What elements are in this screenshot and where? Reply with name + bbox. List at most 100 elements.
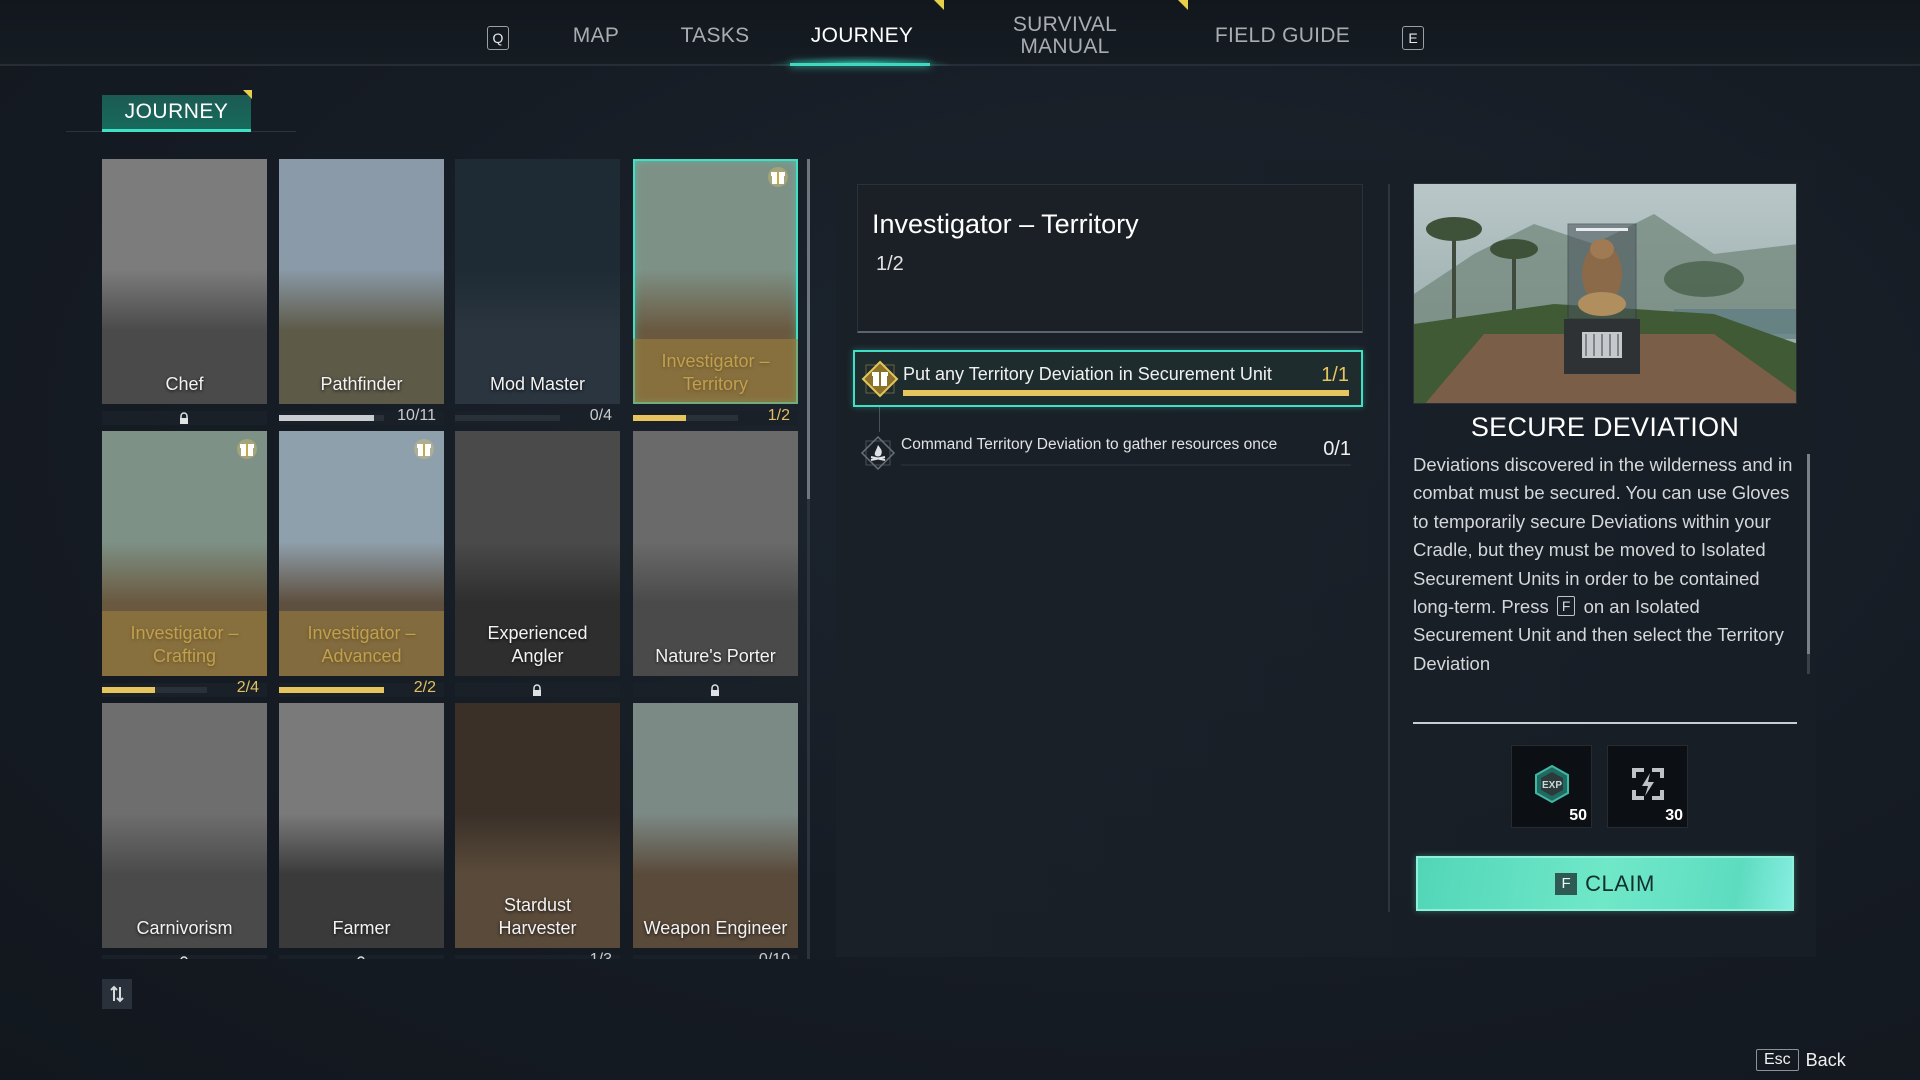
card-image: Investigator – Advanced [279, 431, 444, 676]
card-progress-fill [102, 687, 155, 693]
lock-icon [711, 684, 719, 696]
top-nav-bar [0, 0, 1920, 66]
card-progress-bar [279, 415, 384, 421]
interact-key-hint: F [1556, 596, 1576, 617]
claim-key-hint: F [1555, 872, 1578, 895]
lock-icon [533, 684, 541, 696]
esc-key-hint: Esc [1756, 1049, 1799, 1071]
grid-scrollbar-thumb[interactable] [807, 159, 810, 499]
tab-map[interactable]: MAP [560, 14, 632, 58]
tab-notification-marker [934, 0, 944, 10]
gift-icon [861, 360, 899, 398]
active-tab-indicator [790, 63, 930, 66]
tab-field-guide[interactable]: FIELD GUIDE [1210, 14, 1355, 58]
card-label: Chef [165, 374, 204, 394]
card-footer: 0/4 [455, 407, 620, 425]
card-progress-bar [633, 415, 738, 421]
info-description-text: Deviations discovered in the wilderness … [1413, 454, 1793, 618]
back-button[interactable]: Esc Back [1756, 1049, 1846, 1071]
card-label: Nature's Porter [655, 646, 776, 666]
objective-item[interactable]: Put any Territory Deviation in Securemen… [853, 350, 1363, 407]
card-label: Experienced Angler [487, 623, 588, 666]
panel-divider [1388, 184, 1390, 912]
achievement-title: Investigator – Territory [872, 209, 1139, 239]
top-nav-divider [0, 64, 1920, 66]
description-scrollbar[interactable] [1807, 454, 1810, 674]
rewards-divider [1413, 722, 1797, 724]
deviation-preview-image [1413, 183, 1797, 404]
card-footer: 2/4 [102, 679, 267, 697]
card-image: Weapon Engineer [633, 703, 798, 948]
achievement-title-box: Investigator – Territory 1/2 [857, 184, 1363, 333]
card-image: Carnivorism [102, 703, 267, 948]
card-label: Carnivorism [136, 918, 233, 938]
journey-section-header: JOURNEY [102, 95, 251, 132]
lock-icon [180, 956, 188, 959]
campfire-icon [860, 435, 896, 471]
card-label: Stardust Harvester [498, 895, 577, 938]
tab-notification-marker [1178, 0, 1188, 10]
card-label: Investigator – Crafting [130, 623, 239, 666]
prev-tab-key-hint[interactable]: Q [487, 26, 509, 50]
card-image: Experienced Angler [455, 431, 620, 676]
card-progress-fill [633, 415, 686, 421]
card-label: Investigator – Territory [661, 351, 770, 394]
card-image: Investigator – Territory [633, 159, 798, 404]
gift-icon [768, 167, 788, 187]
reward-quantity: 30 [1665, 807, 1683, 824]
card-label: Investigator – Advanced [307, 623, 416, 666]
objective-progress-bar [903, 390, 1349, 396]
card-progress-count: 1/2 [767, 407, 790, 424]
tab-survival-manual-label: SURVIVAL MANUAL [1012, 13, 1118, 58]
card-progress-count: 1/3 [590, 951, 612, 959]
reward-exp[interactable]: EXP 50 [1511, 745, 1592, 828]
objective-item[interactable]: Command Territory Deviation to gather re… [853, 428, 1363, 474]
description-scrollbar-thumb[interactable] [1807, 454, 1810, 654]
gift-icon [414, 439, 434, 459]
card-footer: 0/10 [633, 951, 798, 959]
card-progress-bar [455, 415, 560, 421]
card-progress-count: 2/4 [236, 679, 259, 696]
card-progress-count: 0/4 [589, 407, 612, 424]
lock-icon [357, 956, 365, 959]
objective-text: Put any Territory Deviation in Securemen… [903, 364, 1272, 384]
next-tab-key-hint[interactable]: E [1402, 26, 1424, 50]
back-label: Back [1805, 1049, 1846, 1070]
card-label: Pathfinder [320, 374, 403, 394]
sort-button[interactable] [102, 979, 132, 1009]
card-image: Investigator – Crafting [102, 431, 267, 676]
svg-text:EXP: EXP [1542, 780, 1562, 791]
objective-count: 1/1 [1321, 364, 1349, 386]
tab-survival-manual[interactable]: SURVIVAL MANUAL [1000, 14, 1130, 58]
lock-icon [180, 412, 188, 424]
reward-energy[interactable]: 30 [1607, 745, 1688, 828]
claim-button[interactable]: F CLAIM [1416, 856, 1794, 911]
info-title: SECURE DEVIATION [1470, 412, 1740, 442]
info-description: Deviations discovered in the wilderness … [1413, 451, 1793, 678]
energy-icon [1632, 768, 1664, 800]
journey-card-grid: Chef Pathfinder 10/11 Mod Master 0/4 Investig… [102, 159, 802, 959]
card-footer [102, 411, 267, 425]
card-footer [633, 683, 798, 697]
tab-journey[interactable]: JOURNEY [800, 14, 924, 58]
grid-scrollbar[interactable] [807, 159, 810, 959]
achievement-progress-count: 1/2 [876, 253, 904, 275]
objective-count: 0/1 [1323, 438, 1351, 460]
card-footer: 10/11 [279, 407, 444, 425]
sort-icon [110, 985, 124, 1003]
card-image: Chef [102, 159, 267, 404]
objective-progress-bar [901, 464, 1351, 466]
card-footer [102, 955, 267, 959]
section-notification-marker [243, 90, 252, 99]
claim-label: CLAIM [1585, 870, 1655, 896]
card-image: Stardust Harvester [455, 703, 620, 948]
card-progress-count: 0/10 [759, 951, 790, 959]
card-progress-fill [279, 415, 375, 421]
card-label: Weapon Engineer [643, 918, 788, 938]
card-footer: 1/3 [455, 951, 620, 959]
tab-tasks[interactable]: TASKS [670, 14, 760, 58]
card-label: Mod Master [489, 374, 586, 394]
card-footer [279, 955, 444, 959]
card-image: Farmer [279, 703, 444, 948]
card-progress-bar [102, 687, 207, 693]
